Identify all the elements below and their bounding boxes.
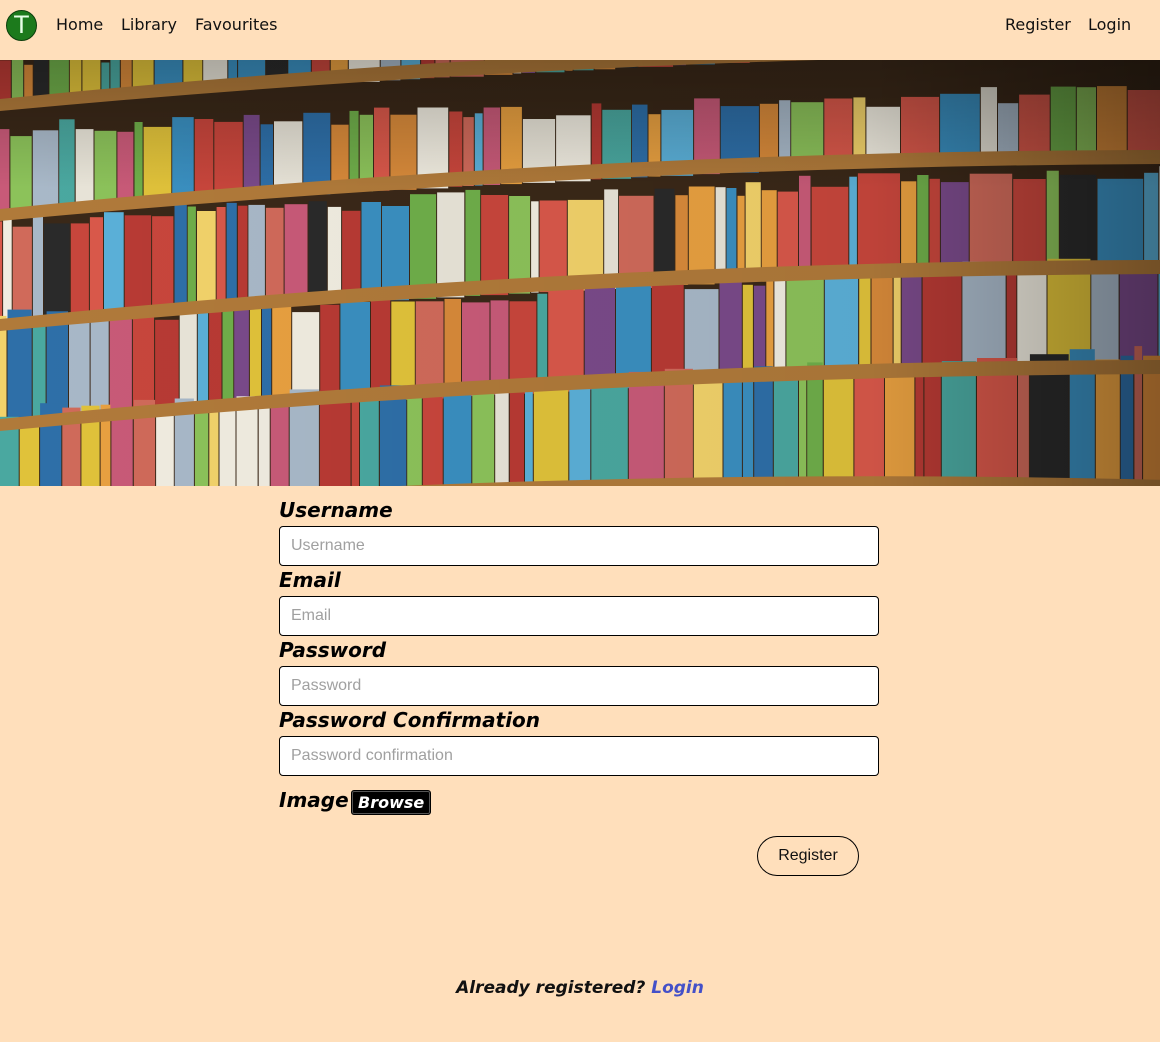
password-input[interactable] — [279, 666, 879, 706]
navbar: T Home Library Favourites Register Login — [0, 0, 1160, 60]
username-label: Username — [279, 498, 393, 522]
browse-image-button[interactable]: Browse — [351, 790, 432, 815]
email-input[interactable] — [279, 596, 879, 636]
bookshelf-illustration — [0, 60, 1160, 486]
nav-link-favourites[interactable]: Favourites — [195, 15, 277, 35]
brand-logo-icon[interactable]: T — [6, 10, 37, 41]
password-label: Password — [279, 638, 387, 662]
email-label: Email — [279, 568, 341, 592]
nav-link-login[interactable]: Login — [1088, 15, 1131, 35]
nav-link-library[interactable]: Library — [121, 15, 177, 35]
image-label: Image — [279, 788, 349, 812]
nav-link-home[interactable]: Home — [56, 15, 103, 35]
username-input[interactable] — [279, 526, 879, 566]
register-submit-button[interactable]: Register — [757, 836, 859, 876]
hero-bookshelf-image — [0, 60, 1160, 486]
password-confirmation-input[interactable] — [279, 736, 879, 776]
password-confirmation-label: Password Confirmation — [279, 708, 541, 732]
already-registered-line: Already registered? Login — [0, 976, 1160, 1000]
nav-link-register[interactable]: Register — [1005, 15, 1071, 35]
login-link[interactable]: Login — [651, 978, 704, 998]
already-registered-text: Already registered? — [456, 978, 646, 998]
